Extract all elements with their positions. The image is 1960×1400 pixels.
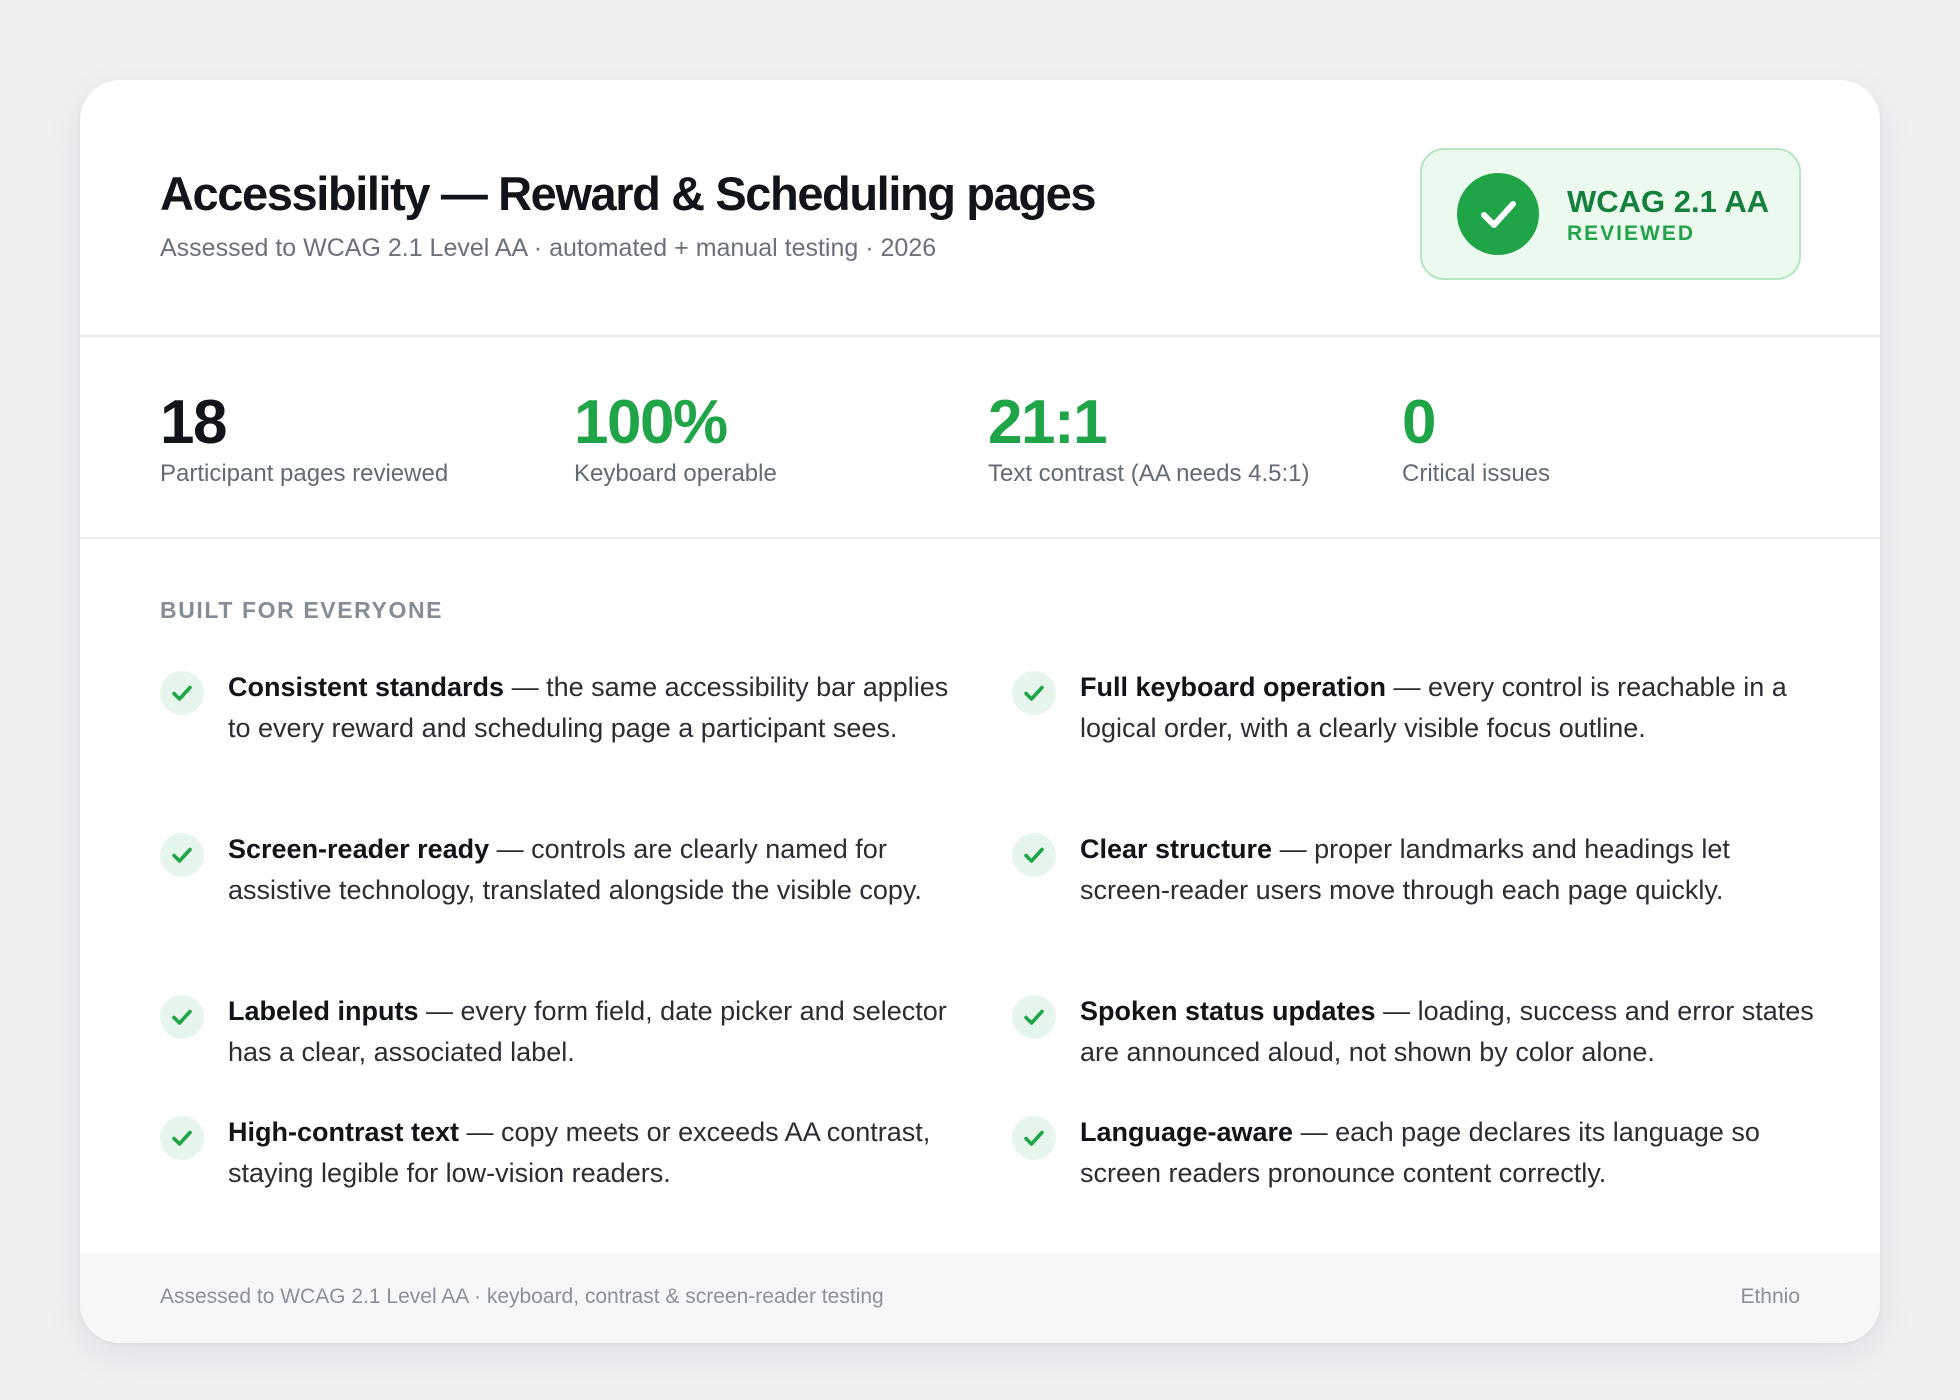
stat-value: 21:1	[988, 388, 1108, 457]
feature-title: High-contrast text	[228, 1117, 460, 1147]
feature-text: Full keyboard operation — every control …	[1080, 667, 1815, 748]
check-icon	[160, 671, 204, 715]
check-icon	[1012, 833, 1056, 877]
feature-text: Screen-reader ready — controls are clear…	[228, 829, 963, 910]
feature-text: Spoken status updates — loading, success…	[1080, 991, 1815, 1072]
badge-title: WCAG 2.1 AA	[1567, 184, 1770, 219]
wcag-badge: WCAG 2.1 AA REVIEWED	[1420, 148, 1801, 280]
section-label: BUILT FOR EVERYONE	[160, 597, 444, 623]
check-icon	[1012, 671, 1056, 715]
stat-label: Critical issues	[1402, 460, 1551, 487]
accessibility-card: Accessibility — Reward & Scheduling page…	[80, 80, 1880, 1343]
feature-title: Language-aware	[1080, 1117, 1294, 1147]
feature-title: Screen-reader ready	[228, 834, 490, 864]
page-title: Accessibility — Reward & Scheduling page…	[160, 167, 1097, 220]
features-section: BUILT FOR EVERYONE Consistent standards …	[80, 539, 1880, 1249]
stat-value: 100%	[574, 388, 728, 457]
footer-brand: Ethnio	[1740, 1285, 1800, 1308]
check-icon	[160, 1116, 204, 1160]
stat-label: Text contrast (AA needs 4.5:1)	[988, 460, 1310, 487]
stats-row: 18 Participant pages reviewed 100% Keybo…	[80, 337, 1880, 539]
feature-title: Spoken status updates	[1080, 996, 1376, 1026]
check-icon	[160, 833, 204, 877]
feature-title: Full keyboard operation	[1080, 672, 1387, 702]
check-icon	[160, 995, 204, 1039]
feature-text: High-contrast text — copy meets or excee…	[228, 1112, 963, 1193]
feature-text: Consistent standards — the same accessib…	[228, 667, 963, 748]
stat-label: Participant pages reviewed	[160, 460, 449, 487]
feature-text: Language-aware — each page declares its …	[1080, 1112, 1815, 1193]
check-icon	[1012, 1116, 1056, 1160]
feature-title: Clear structure	[1080, 834, 1273, 864]
check-circle-icon	[1457, 173, 1539, 255]
stat-value: 0	[1402, 388, 1436, 457]
check-icon	[1012, 995, 1056, 1039]
feature-title: Consistent standards	[228, 672, 505, 702]
footer-note: Assessed to WCAG 2.1 Level AA · keyboard…	[160, 1285, 884, 1308]
badge-status: REVIEWED	[1567, 222, 1696, 245]
card-header: Accessibility — Reward & Scheduling page…	[80, 80, 1880, 337]
stat-value: 18	[160, 388, 227, 457]
page-subtitle: Assessed to WCAG 2.1 Level AA · automate…	[160, 234, 937, 262]
feature-title: Labeled inputs	[228, 996, 419, 1026]
stat-label: Keyboard operable	[574, 460, 777, 487]
feature-text: Labeled inputs — every form field, date …	[228, 991, 963, 1072]
feature-text: Clear structure — proper landmarks and h…	[1080, 829, 1815, 910]
card-footer: Assessed to WCAG 2.1 Level AA · keyboard…	[80, 1253, 1880, 1343]
